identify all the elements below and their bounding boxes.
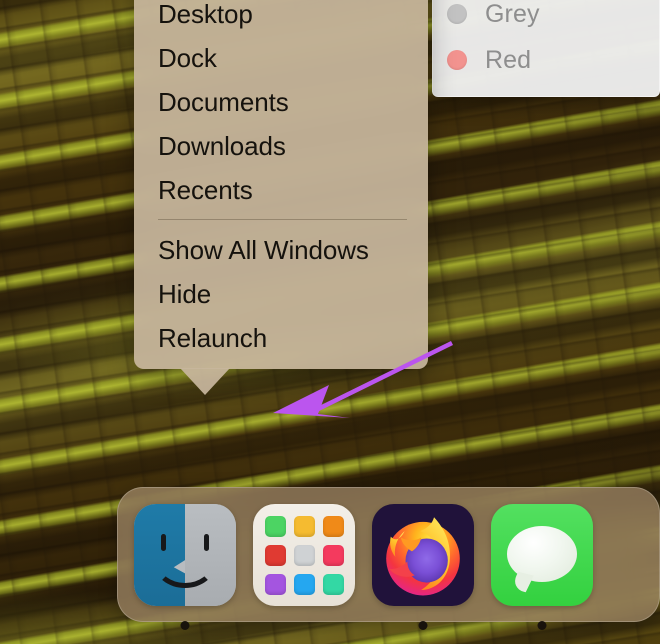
finder-icon-right-eye xyxy=(204,534,209,551)
tag-menu-item-grey[interactable]: Grey xyxy=(433,0,659,37)
finder-icon-right-face xyxy=(185,504,236,606)
menu-item-label: Documents xyxy=(158,86,289,117)
menu-pointer-tail xyxy=(180,368,230,395)
launchpad-cell xyxy=(264,573,286,595)
launchpad-cell xyxy=(293,515,315,537)
finder-tags-submenu[interactable]: Grey Red xyxy=(432,0,660,97)
running-indicator-dot-messages xyxy=(537,621,547,630)
menu-item-label: Relaunch xyxy=(158,322,268,353)
dock-app-firefox[interactable] xyxy=(372,504,474,630)
messages-icon-bubble xyxy=(507,525,577,582)
menu-item-label: Desktop xyxy=(158,0,253,29)
menu-item-show-all-windows[interactable]: Show All Windows xyxy=(134,228,428,272)
menu-item-label: Show All Windows xyxy=(158,234,369,265)
menu-separator-middle xyxy=(158,219,407,220)
launchpad-icon-grid xyxy=(264,515,344,595)
menu-item-dock[interactable]: Dock xyxy=(134,36,428,80)
launchpad-cell xyxy=(264,515,286,537)
menu-item-label: Dock xyxy=(158,42,217,73)
tag-menu-item-red[interactable]: Red xyxy=(433,37,659,83)
menu-item-relaunch[interactable]: Relaunch xyxy=(134,316,428,360)
finder-icon[interactable] xyxy=(134,504,236,606)
menu-item-downloads[interactable]: Downloads xyxy=(134,124,428,168)
menu-item-label: Recents xyxy=(158,174,253,205)
menu-item-desktop[interactable]: Desktop xyxy=(134,0,428,36)
launchpad-cell xyxy=(293,544,315,566)
messages-icon[interactable] xyxy=(491,504,593,606)
tag-color-swatch-grey xyxy=(447,4,467,24)
finder-icon-left-face xyxy=(134,504,185,606)
macos-dock[interactable] xyxy=(117,487,660,630)
launchpad-cell xyxy=(264,544,286,566)
launchpad-icon[interactable] xyxy=(253,504,355,606)
launchpad-cell xyxy=(322,573,344,595)
menu-item-label: Downloads xyxy=(158,130,286,161)
tag-menu-item-label: Grey xyxy=(485,0,540,28)
launchpad-cell xyxy=(322,544,344,566)
menu-item-recents[interactable]: Recents xyxy=(134,168,428,212)
dock-app-messages[interactable] xyxy=(491,504,593,630)
dock-app-finder[interactable] xyxy=(134,504,236,630)
firefox-icon[interactable] xyxy=(372,504,474,606)
menu-item-label: Hide xyxy=(158,278,212,309)
dock-app-launchpad[interactable] xyxy=(253,504,355,606)
running-indicator-dot-firefox xyxy=(418,621,428,630)
tag-menu-item-label: Red xyxy=(485,45,532,74)
finder-icon-left-eye xyxy=(161,534,166,551)
menu-item-documents[interactable]: Documents xyxy=(134,80,428,124)
launchpad-cell xyxy=(293,573,315,595)
finder-dock-context-menu[interactable]: Application Support Desktop Dock Documen… xyxy=(134,0,428,395)
launchpad-cell xyxy=(322,515,344,537)
firefox-logo-glyph xyxy=(386,517,460,596)
running-indicator-dot-finder xyxy=(180,621,190,630)
tag-color-swatch-red xyxy=(447,50,467,70)
menu-item-hide[interactable]: Hide xyxy=(134,272,428,316)
